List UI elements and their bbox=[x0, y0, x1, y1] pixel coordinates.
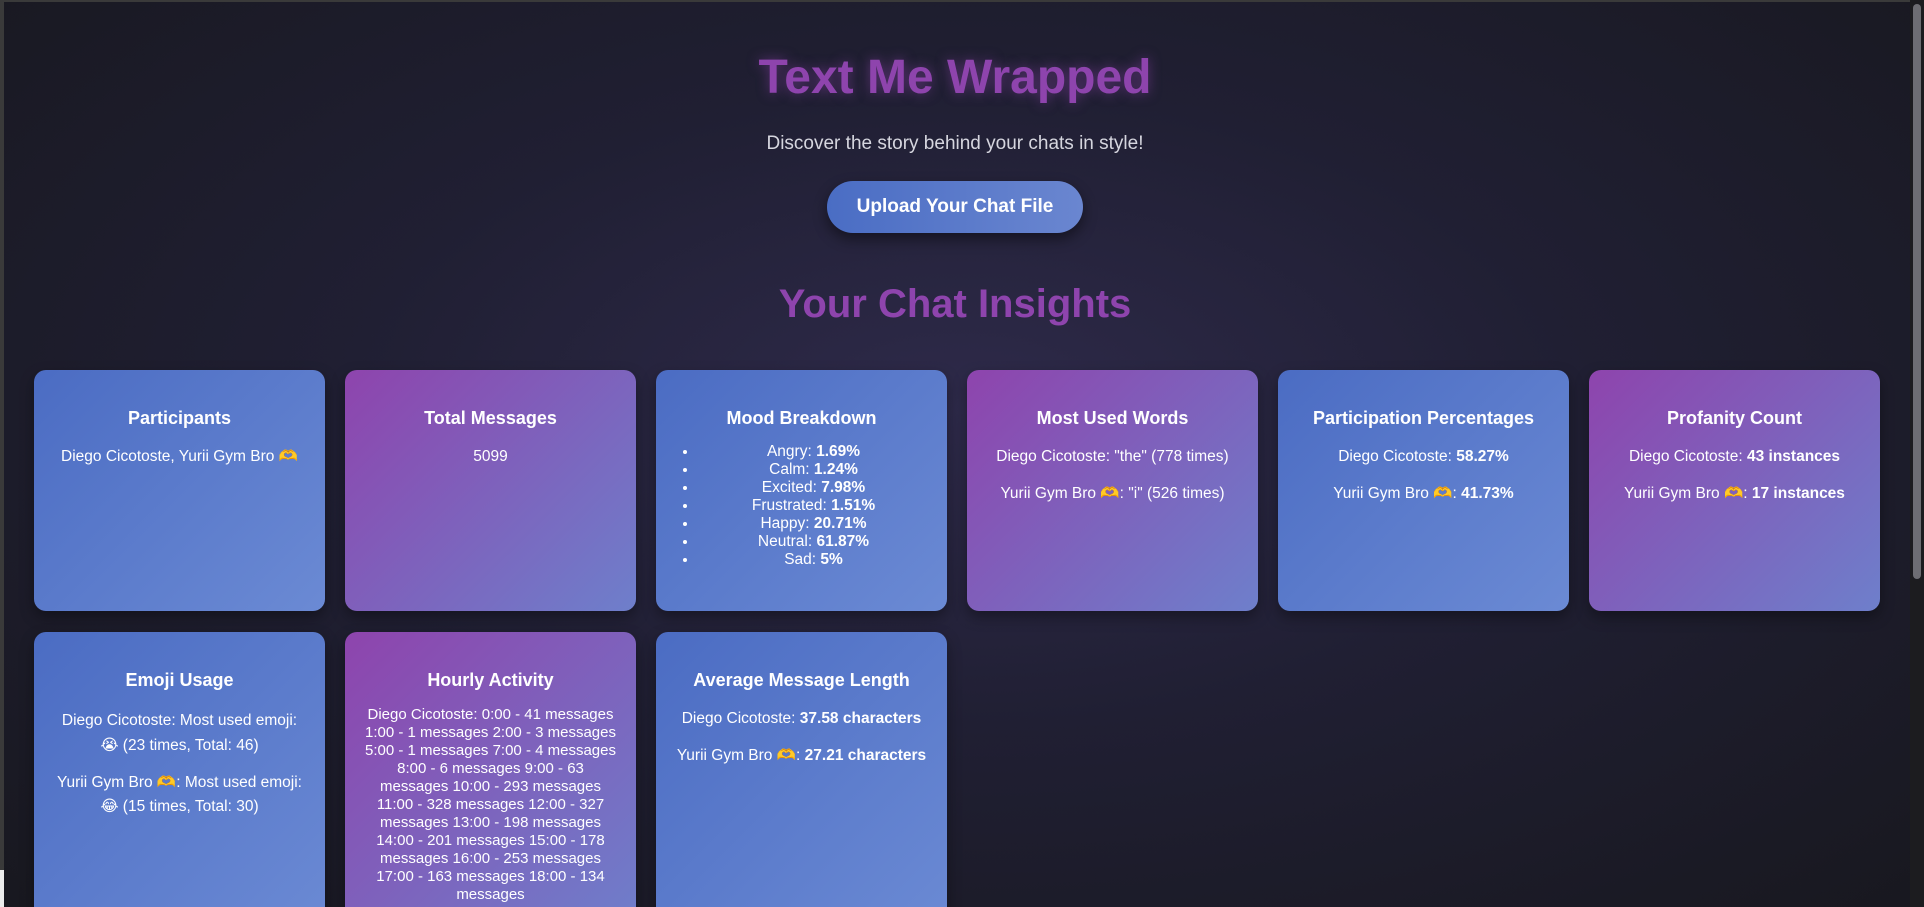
profanity-value: 43 instances bbox=[1746, 448, 1841, 465]
participant-name: Yurii Gym Bro 🫶: bbox=[676, 747, 801, 765]
upload-chat-file-button[interactable]: Upload Your Chat File bbox=[826, 181, 1084, 233]
participants-list: Diego Cicotoste, Yurii Gym Bro 🫶 bbox=[61, 448, 298, 465]
mood-label: Neutral: bbox=[757, 533, 813, 550]
avg-length-value: 37.58 characters bbox=[799, 710, 922, 727]
mood-item: Neutral: 61.87% bbox=[698, 533, 929, 551]
mood-value: 1.69% bbox=[816, 443, 861, 460]
mood-value: 1.24% bbox=[813, 461, 858, 478]
mood-item: Frustrated: 1.51% bbox=[698, 497, 929, 515]
card-title: Profanity Count bbox=[1667, 408, 1802, 428]
participant-name: Diego Cicotoste: bbox=[1338, 448, 1452, 465]
profanity-line: Diego Cicotoste: 43 instances bbox=[1607, 447, 1862, 467]
mood-label: Angry: bbox=[766, 443, 812, 460]
mood-value: 1.51% bbox=[831, 497, 876, 514]
insights-title: Your Chat Insights bbox=[778, 282, 1132, 326]
participant-name: Yurii Gym Bro 🫶: bbox=[1333, 485, 1457, 503]
window-corner bbox=[0, 870, 4, 907]
card-title: Mood Breakdown bbox=[726, 408, 877, 428]
mood-value: 5% bbox=[820, 551, 843, 568]
word-line: Diego Cicotoste: "the" (778 times) bbox=[996, 448, 1229, 465]
participation-value: 41.73% bbox=[1461, 485, 1514, 503]
participant-name: Yurii Gym Bro 🫶: bbox=[1624, 485, 1748, 503]
participation-percentages-card: Participation Percentages Diego Cicotost… bbox=[1278, 370, 1569, 611]
mood-item: Happy: 20.71% bbox=[698, 515, 929, 533]
card-title: Average Message Length bbox=[693, 670, 910, 690]
average-message-length-card: Average Message Length Diego Cicotoste: … bbox=[656, 632, 947, 907]
mood-value: 7.98% bbox=[821, 479, 866, 496]
participation-value: 58.27% bbox=[1456, 448, 1509, 465]
page-header: Text Me Wrapped Discover the story behin… bbox=[0, 50, 1910, 233]
mood-value: 20.71% bbox=[813, 515, 867, 532]
scrollbar-thumb[interactable] bbox=[1913, 4, 1921, 579]
vertical-scrollbar[interactable] bbox=[1910, 0, 1924, 907]
word-line: Yurii Gym Bro 🫶: "i" (526 times) bbox=[1000, 485, 1225, 503]
profanity-count-card: Profanity Count Diego Cicotoste: 43 inst… bbox=[1589, 370, 1880, 611]
participants-card: Participants Diego Cicotoste, Yurii Gym … bbox=[34, 370, 325, 611]
participant-name: Diego Cicotoste: bbox=[1628, 448, 1743, 465]
emoji-line: Yurii Gym Bro 🫶: Most used emoji: 😂 (15 … bbox=[57, 773, 302, 816]
card-title: Most Used Words bbox=[1036, 408, 1189, 428]
mood-item: Sad: 5% bbox=[698, 551, 929, 569]
card-title: Hourly Activity bbox=[427, 670, 554, 690]
card-title: Participants bbox=[127, 408, 232, 428]
mood-label: Happy: bbox=[760, 515, 810, 532]
mood-label: Calm: bbox=[769, 461, 810, 478]
mood-label: Excited: bbox=[761, 479, 817, 496]
participation-line: Diego Cicotoste: 58.27% bbox=[1296, 447, 1551, 467]
emoji-line: Diego Cicotoste: Most used emoji: 😭 (23 … bbox=[61, 712, 298, 754]
app-title: Text Me Wrapped bbox=[758, 51, 1152, 104]
participant-name: Diego Cicotoste: bbox=[681, 710, 796, 727]
mood-breakdown-card: Mood Breakdown Angry: 1.69% Calm: 1.24% … bbox=[656, 370, 947, 611]
participation-line: Yurii Gym Bro 🫶: 41.73% bbox=[1296, 484, 1551, 504]
insights-grid: Participants Diego Cicotoste, Yurii Gym … bbox=[34, 370, 1880, 907]
most-used-words-card: Most Used Words Diego Cicotoste: "the" (… bbox=[967, 370, 1258, 611]
card-title: Emoji Usage bbox=[125, 670, 234, 690]
hourly-activity-text: Diego Cicotoste: 0:00 - 41 messages 1:00… bbox=[365, 706, 616, 903]
emoji-usage-card: Emoji Usage Diego Cicotoste: Most used e… bbox=[34, 632, 325, 907]
mood-item: Calm: 1.24% bbox=[698, 461, 929, 479]
profanity-line: Yurii Gym Bro 🫶: 17 instances bbox=[1607, 484, 1862, 504]
mood-item: Excited: 7.98% bbox=[698, 479, 929, 497]
card-title: Participation Percentages bbox=[1312, 408, 1535, 428]
mood-list: Angry: 1.69% Calm: 1.24% Excited: 7.98% … bbox=[674, 443, 929, 569]
profanity-value: 17 instances bbox=[1751, 485, 1845, 503]
total-messages-card: Total Messages 5099 bbox=[345, 370, 636, 611]
mood-item: Angry: 1.69% bbox=[698, 443, 929, 461]
card-title: Total Messages bbox=[424, 408, 557, 428]
mood-label: Frustrated: bbox=[751, 497, 827, 514]
avg-length-line: Diego Cicotoste: 37.58 characters bbox=[674, 709, 929, 729]
tagline: Discover the story behind your chats in … bbox=[766, 133, 1144, 154]
hourly-activity-card: Hourly Activity Diego Cicotoste: 0:00 - … bbox=[345, 632, 636, 907]
window-top-border bbox=[0, 0, 1924, 2]
mood-label: Sad: bbox=[784, 551, 817, 568]
total-messages-value: 5099 bbox=[473, 448, 508, 465]
avg-length-value: 27.21 characters bbox=[804, 747, 927, 765]
mood-value: 61.87% bbox=[816, 533, 870, 550]
avg-length-line: Yurii Gym Bro 🫶: 27.21 characters bbox=[674, 746, 929, 766]
